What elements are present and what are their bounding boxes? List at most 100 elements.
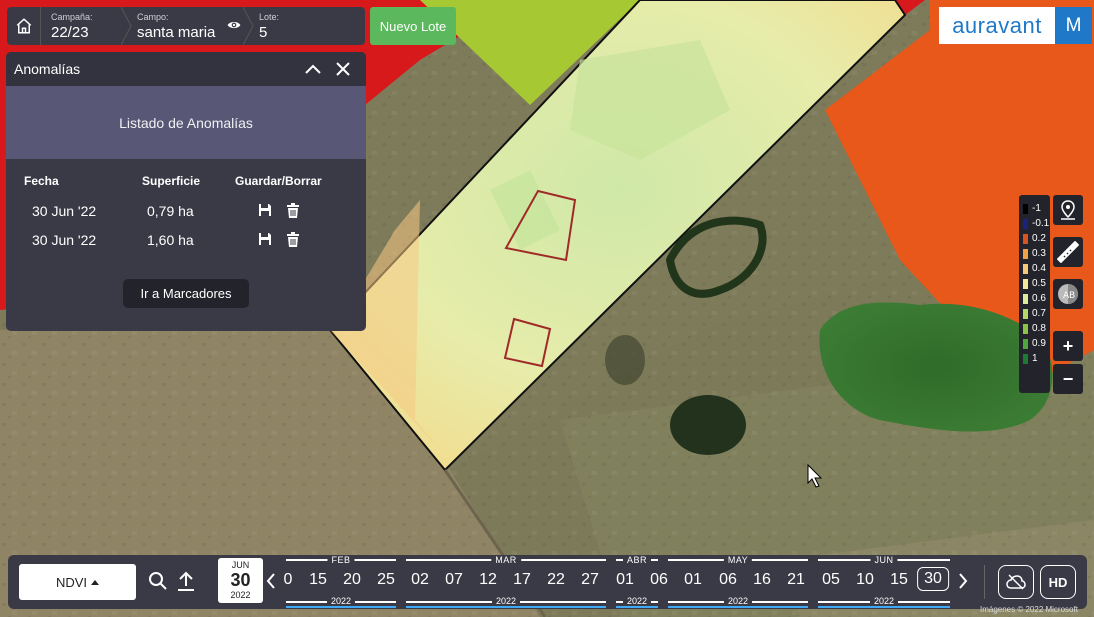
compare-tool-button[interactable]: AB	[1053, 279, 1083, 309]
upload-icon	[178, 571, 194, 591]
imagery-availability-bar	[818, 606, 950, 608]
campo-label: Campo:	[137, 12, 169, 22]
timeline-month: MAY	[723, 555, 753, 565]
timeline-date[interactable]: 0	[284, 571, 293, 589]
legend-label: 0.9	[1032, 338, 1046, 349]
close-button[interactable]	[328, 54, 358, 84]
legend-item: 0.7	[1019, 306, 1050, 321]
campana-selector[interactable]: Campaña: 22/23	[41, 7, 132, 45]
timeline-date[interactable]: 15	[890, 571, 908, 589]
separator-chevron	[121, 7, 132, 45]
cloud-filter-button[interactable]	[998, 565, 1034, 599]
save-icon[interactable]	[258, 203, 272, 217]
timeline-date[interactable]: 06	[719, 571, 737, 589]
legend-label: -0.1	[1032, 218, 1050, 229]
cloud-off-icon	[1006, 574, 1026, 590]
hd-button[interactable]: HD	[1040, 565, 1076, 599]
timeline-date[interactable]: 16	[753, 571, 771, 589]
upload-button[interactable]	[177, 571, 195, 591]
legend-swatch	[1023, 218, 1028, 229]
selected-date-card: JUN 30 2022	[218, 558, 263, 603]
table-row[interactable]: 30 Jun '22 1,60 ha	[6, 225, 366, 254]
legend-label: 0.8	[1032, 323, 1046, 334]
legend-swatch	[1023, 263, 1028, 274]
timeline-date[interactable]: 15	[309, 571, 327, 589]
trash-icon[interactable]	[286, 203, 300, 218]
timeline-year: 2022	[869, 596, 899, 606]
marker-tool-button[interactable]	[1053, 195, 1083, 225]
legend-label: 1	[1032, 353, 1038, 364]
nuevo-lote-button[interactable]: Nuevo Lote	[370, 7, 456, 45]
zoom-in-button[interactable]: +	[1053, 331, 1083, 361]
legend-item: 0.3	[1019, 246, 1050, 261]
timeline-date[interactable]: 02	[411, 571, 429, 589]
next-date-button[interactable]	[958, 573, 968, 589]
campo-selector[interactable]: Campo: santa maria	[127, 7, 254, 45]
timeline-date[interactable]: 05	[822, 571, 840, 589]
column-header-superficie: Superficie	[142, 174, 201, 188]
search-button[interactable]	[148, 571, 168, 591]
ruler-icon	[1057, 241, 1079, 263]
legend-item: 1	[1019, 351, 1050, 366]
zoom-out-button[interactable]: −	[1053, 364, 1083, 394]
home-icon	[16, 18, 31, 34]
legend-swatch	[1023, 308, 1028, 319]
auravant-logo: auravant	[939, 7, 1055, 44]
layer-select-button[interactable]: NDVI	[19, 564, 136, 600]
timeline-date[interactable]: 20	[343, 571, 361, 589]
legend-label: 0.5	[1032, 278, 1046, 289]
ir-a-marcadores-button[interactable]: Ir a Marcadores	[123, 279, 249, 308]
timeline-date[interactable]: 01	[684, 571, 702, 589]
legend-label: 0.2	[1032, 233, 1046, 244]
campo-value: santa maria	[137, 24, 216, 41]
timeline-date[interactable]: 17	[513, 571, 531, 589]
map-copyright: Imágenes © 2022 Microsoft	[980, 605, 1078, 614]
layer-select-label: NDVI	[55, 574, 88, 590]
timeline-date[interactable]: 01	[616, 571, 634, 589]
legend-item: 0.5	[1019, 276, 1050, 291]
eye-icon[interactable]	[227, 19, 241, 31]
measure-tool-button[interactable]	[1053, 237, 1083, 267]
legend-label: 0.7	[1032, 308, 1046, 319]
imagery-availability-bar	[616, 606, 658, 608]
save-icon[interactable]	[258, 232, 272, 246]
map-pin-icon	[1061, 200, 1075, 220]
legend-item: 0.2	[1019, 231, 1050, 246]
timeline-bar: NDVI JUN 30 2022 0 15 20 25 02 07 12 17 22 27 01 06…	[8, 555, 1087, 609]
imagery-availability-bar	[668, 606, 808, 608]
prev-date-button[interactable]	[266, 573, 276, 589]
timeline-date[interactable]: 06	[650, 571, 668, 589]
brand-header: auravant M	[939, 7, 1092, 44]
legend-item: 0.8	[1019, 321, 1050, 336]
legend-item: -0.1	[1019, 216, 1050, 231]
trash-icon[interactable]	[286, 232, 300, 247]
selected-day: 30	[230, 570, 251, 590]
date-timeline: 0 15 20 25 02 07 12 17 22 27 01 06 01 06 16 21 05 10 15 30 F…	[278, 555, 958, 609]
svg-text:B: B	[1069, 291, 1075, 301]
user-menu-button[interactable]: M	[1055, 7, 1092, 44]
legend-label: 0.6	[1032, 293, 1046, 304]
timeline-date[interactable]: 27	[581, 571, 599, 589]
campana-value: 22/23	[51, 24, 89, 41]
timeline-date[interactable]: 07	[445, 571, 463, 589]
campana-label: Campaña:	[51, 12, 93, 22]
collapse-button[interactable]	[298, 54, 328, 84]
home-button[interactable]	[7, 7, 41, 45]
timeline-date[interactable]: 30	[917, 567, 949, 591]
legend-label: -1	[1032, 203, 1041, 214]
timeline-date[interactable]: 25	[377, 571, 395, 589]
timeline-date[interactable]: 10	[856, 571, 874, 589]
timeline-date[interactable]: 21	[787, 571, 805, 589]
panel-header: Anomalías	[6, 52, 366, 86]
selected-year: 2022	[230, 590, 251, 600]
lote-value: 5	[259, 24, 268, 41]
ndvi-legend: -1 -0.1 0.2 0.3 0.4 0.5 0.6 0.7 0.8 0.9 1	[1019, 195, 1050, 393]
timeline-date[interactable]: 12	[479, 571, 497, 589]
row-superficie: 0,79 ha	[147, 202, 194, 219]
table-row[interactable]: 30 Jun '22 0,79 ha	[6, 196, 366, 225]
panel-subtitle: Listado de Anomalías	[6, 86, 366, 159]
timeline-month: JUN	[870, 555, 898, 565]
location-selector-bar: Campaña: 22/23 Campo: santa maria Lote: …	[7, 7, 365, 45]
lote-selector[interactable]: Lote: 5	[249, 7, 365, 45]
timeline-date[interactable]: 22	[547, 571, 565, 589]
